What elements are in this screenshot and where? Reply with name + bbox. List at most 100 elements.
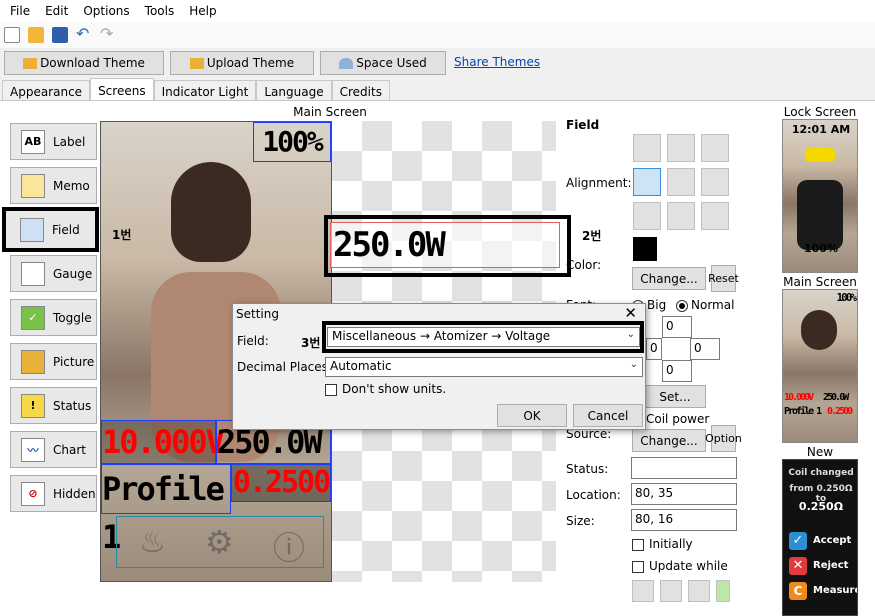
- decimal-places-label: Decimal Places:: [237, 360, 332, 374]
- align-top-center[interactable]: [667, 134, 695, 162]
- resistance-field[interactable]: 0.2500: [231, 464, 331, 502]
- menu-help[interactable]: Help: [189, 4, 216, 18]
- accept-check-icon: ✓: [789, 532, 807, 550]
- redo-icon[interactable]: ↷: [100, 26, 116, 43]
- color-change-button[interactable]: Change...: [632, 267, 706, 290]
- lock-battery: 100%: [804, 242, 838, 255]
- battery-indicator-icon[interactable]: [716, 580, 730, 602]
- tab-screens[interactable]: Screens: [90, 78, 154, 102]
- undo-icon[interactable]: ↶: [76, 26, 92, 43]
- new-atomizer-preview[interactable]: Coil changed from 0.250Ω to 0.250Ω ✓ Acc…: [782, 459, 858, 616]
- tab-indicator-light[interactable]: Indicator Light: [153, 80, 257, 102]
- cancel-button[interactable]: Cancel: [573, 404, 643, 427]
- source-change-button[interactable]: Change...: [632, 429, 706, 452]
- update-while-checkbox[interactable]: [632, 560, 644, 573]
- field-select[interactable]: Miscellaneous → Atomizer → Voltage ⌄: [327, 327, 640, 347]
- sunglasses-graphic: [805, 148, 835, 162]
- gear-icon[interactable]: ⚙: [205, 523, 234, 561]
- new-file-icon[interactable]: [4, 27, 20, 43]
- menu-edit[interactable]: Edit: [45, 4, 68, 18]
- align-top-right[interactable]: [701, 134, 729, 162]
- margin-top-input[interactable]: 0: [662, 316, 692, 338]
- status-input[interactable]: [631, 457, 737, 479]
- flame-icon[interactable]: ♨: [139, 525, 166, 560]
- coil-msg-1: Coil changed: [788, 468, 854, 478]
- font-normal-option[interactable]: Normal: [676, 298, 734, 312]
- margin-right-input[interactable]: 0: [690, 338, 720, 360]
- initially-checkbox[interactable]: [632, 538, 644, 551]
- dont-show-units-checkbox[interactable]: [325, 383, 337, 396]
- radio-normal[interactable]: [676, 299, 688, 312]
- sidebar-gauge-button[interactable]: Gauge: [10, 255, 97, 292]
- send-back-icon[interactable]: [632, 580, 654, 602]
- main-screen-preview[interactable]: 100% 10.000V 250.0W Profile 1 0.2500: [782, 289, 858, 443]
- margin-bottom-input[interactable]: 0: [662, 360, 692, 382]
- save-icon[interactable]: [52, 27, 68, 43]
- sidebar-memo-button[interactable]: Memo: [10, 167, 97, 204]
- sidebar-label-button[interactable]: AB Label: [10, 123, 97, 160]
- align-bottom-center[interactable]: [667, 202, 695, 230]
- tab-appearance[interactable]: Appearance: [2, 80, 91, 102]
- source-option-button[interactable]: Option: [705, 425, 742, 452]
- margin-left-input[interactable]: 0: [646, 338, 662, 360]
- marker-3: 3번: [301, 336, 321, 350]
- align-middle-right[interactable]: [701, 168, 729, 196]
- share-themes-link[interactable]: Share Themes: [454, 55, 540, 69]
- power-field[interactable]: 250.0W: [330, 222, 560, 268]
- location-input[interactable]: 80, 35: [631, 483, 737, 505]
- align-middle-center[interactable]: [667, 168, 695, 196]
- decimal-places-select[interactable]: Automatic ⌄: [325, 357, 643, 377]
- space-used-button[interactable]: Space Used: [320, 51, 446, 75]
- preview-battery: 100%: [836, 291, 857, 304]
- info-icon[interactable]: ⓘ: [273, 523, 305, 569]
- color-reset-button[interactable]: Reset: [708, 265, 739, 292]
- sidebar-toggle-button[interactable]: ✓ Toggle: [10, 299, 97, 336]
- lock-screen-preview[interactable]: 12:01 AM 100%: [782, 119, 858, 273]
- align-bottom-right[interactable]: [701, 202, 729, 230]
- gauge-icon: [339, 57, 354, 69]
- chevron-down-icon-2: ⌄: [629, 359, 638, 370]
- align-bottom-left[interactable]: [633, 202, 661, 230]
- align-middle-left[interactable]: [633, 168, 661, 196]
- chevron-down-icon: ⌄: [626, 329, 635, 340]
- checkmark-icon: ✓: [21, 305, 45, 330]
- toolbar: ↶ ↷: [0, 22, 875, 48]
- menu-file[interactable]: File: [10, 4, 30, 18]
- tab-language[interactable]: Language: [256, 80, 332, 102]
- ok-button[interactable]: OK: [497, 404, 567, 427]
- sidebar-chart-button[interactable]: 〰 Chart: [10, 431, 97, 468]
- line-chart-icon: 〰: [21, 437, 45, 462]
- lock-screen-title: Lock Screen: [783, 105, 857, 119]
- voltage-field[interactable]: 10.000V: [101, 420, 225, 464]
- dont-show-units-option[interactable]: Don't show units.: [325, 382, 446, 396]
- menu-options[interactable]: Options: [83, 4, 129, 18]
- center-icon[interactable]: [660, 580, 682, 602]
- download-theme-button[interactable]: Download Theme: [4, 51, 164, 75]
- bring-front-icon[interactable]: [688, 580, 710, 602]
- preview-resistance: 0.2500: [827, 406, 853, 417]
- reject-label: Reject: [813, 560, 849, 571]
- sidebar-hidden-button[interactable]: ⊘ Hidden: [10, 475, 97, 512]
- battery-field[interactable]: 100%: [253, 122, 331, 162]
- swimsuit-graphic: [797, 180, 843, 250]
- initially-option[interactable]: Initially: [632, 537, 693, 551]
- menu-tools[interactable]: Tools: [145, 4, 175, 18]
- update-while-option[interactable]: Update while: [632, 559, 728, 573]
- dialog-title: Setting: [236, 307, 279, 321]
- tab-credits[interactable]: Credits: [331, 80, 390, 102]
- dialog-close-icon[interactable]: ✕: [624, 304, 637, 322]
- sidebar-picture-button[interactable]: Picture: [10, 343, 97, 380]
- sidebar-field-button[interactable]: Field: [2, 207, 99, 252]
- setting-dialog: Setting ✕ Field: 3번 Miscellaneous → Atom…: [232, 303, 646, 430]
- open-folder-icon[interactable]: [28, 27, 44, 43]
- set-button[interactable]: Set...: [644, 385, 706, 408]
- size-input[interactable]: 80, 16: [631, 509, 737, 531]
- align-top-left[interactable]: [633, 134, 661, 162]
- sidebar-status-button[interactable]: ! Status: [10, 387, 97, 424]
- location-label: Location:: [566, 488, 621, 502]
- picture-icon: [21, 349, 45, 374]
- preview-hair: [801, 310, 837, 350]
- upload-theme-button[interactable]: Upload Theme: [170, 51, 314, 75]
- profile-field[interactable]: Profile 1: [101, 464, 231, 556]
- color-swatch[interactable]: [633, 237, 657, 261]
